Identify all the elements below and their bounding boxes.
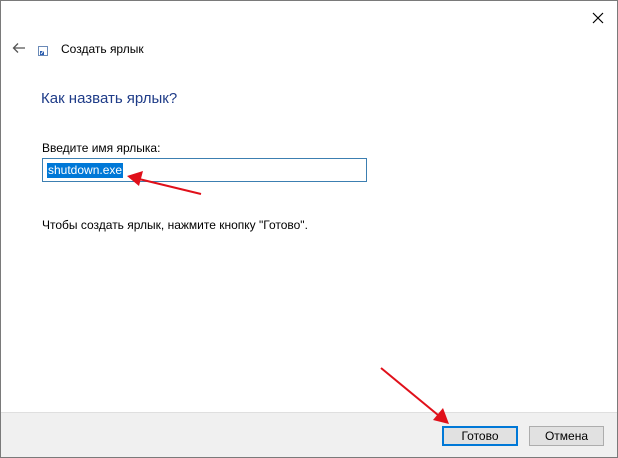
back-button[interactable] [9,38,29,58]
back-arrow-icon [12,43,25,53]
finish-button[interactable]: Готово [442,426,518,446]
close-button[interactable] [587,7,609,29]
shortcut-name-value: shutdown.exe [47,162,124,178]
dialog-footer: Готово Отмена [1,412,617,457]
shortcut-icon [38,46,48,56]
page-heading: Как назвать ярлык? [41,90,178,107]
shortcut-name-input[interactable]: shutdown.exe [42,158,367,182]
create-shortcut-dialog: Создать ярлык Как назвать ярлык? Введите… [0,0,618,458]
cancel-button[interactable]: Отмена [529,426,604,446]
shortcut-name-label: Введите имя ярлыка: [42,141,161,155]
close-icon [592,12,604,24]
instruction-text: Чтобы создать ярлык, нажмите кнопку "Гот… [42,218,308,232]
wizard-title: Создать ярлык [61,42,144,56]
